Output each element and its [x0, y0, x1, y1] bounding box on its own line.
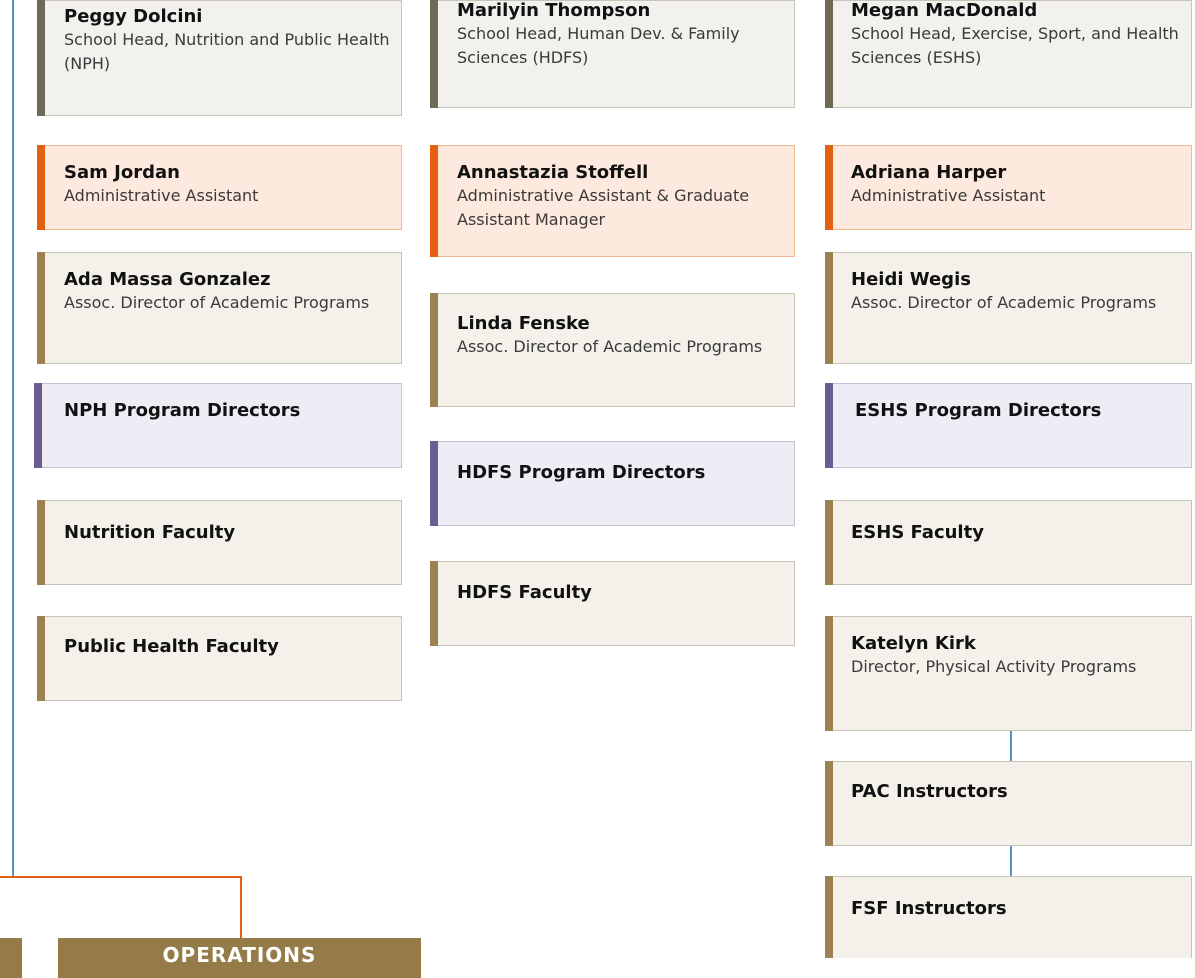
pac-instructors-label: PAC Instructors	[851, 781, 1008, 802]
eshs-program-directors-box: ESHS Program Directors	[825, 383, 1192, 468]
nph-head-box: Peggy Dolcini School Head, Nutrition and…	[37, 0, 402, 116]
nutrition-faculty-box: Nutrition Faculty	[37, 500, 402, 585]
eshs-assistant-box: Adriana Harper Administrative Assistant	[825, 145, 1192, 230]
pa-director-role: Director, Physical Activity Programs	[851, 657, 1137, 676]
hdfs-faculty-label: HDFS Faculty	[457, 582, 592, 603]
operations-left-box	[0, 938, 22, 978]
nph-program-directors-label: NPH Program Directors	[64, 400, 301, 421]
nph-head-role: School Head, Nutrition and Public Health…	[64, 30, 390, 73]
hdfs-program-directors-label: HDFS Program Directors	[457, 462, 706, 483]
hdfs-head-role: School Head, Human Dev. & Family Science…	[457, 24, 740, 67]
pa-director-box: Katelyn Kirk Director, Physical Activity…	[825, 616, 1192, 731]
nph-assoc-name: Ada Massa Gonzalez	[64, 269, 271, 290]
eshs-assistant-role: Administrative Assistant	[851, 186, 1046, 205]
nutrition-faculty-label: Nutrition Faculty	[64, 522, 236, 543]
public-health-faculty-label: Public Health Faculty	[64, 636, 279, 657]
hdfs-head-name: Marilyin Thompson	[457, 0, 651, 21]
fsf-instructors-label: FSF Instructors	[851, 898, 1007, 919]
nph-assistant-name: Sam Jordan	[64, 162, 180, 183]
pa-director-to-pac-connector	[1010, 731, 1012, 761]
eshs-head-box: Megan MacDonald School Head, Exercise, S…	[825, 0, 1192, 108]
nph-assistant-box: Sam Jordan Administrative Assistant	[37, 145, 402, 230]
hdfs-head-box: Marilyin Thompson School Head, Human Dev…	[430, 0, 795, 108]
left-vertical-connector	[12, 0, 14, 878]
eshs-program-directors-label: ESHS Program Directors	[855, 400, 1102, 421]
operations-horizontal-connector	[0, 876, 242, 878]
hdfs-assistant-name: Annastazia Stoffell	[457, 162, 649, 183]
public-health-faculty-box: Public Health Faculty	[37, 616, 402, 701]
hdfs-assoc-role: Assoc. Director of Academic Programs	[457, 337, 763, 356]
nph-assoc-box: Ada Massa Gonzalez Assoc. Director of Ac…	[37, 252, 402, 364]
hdfs-assistant-role: Administrative Assistant & Graduate Assi…	[457, 186, 750, 229]
eshs-faculty-label: ESHS Faculty	[851, 522, 984, 543]
pa-director-name: Katelyn Kirk	[851, 633, 976, 654]
nph-program-directors-box: NPH Program Directors	[34, 383, 402, 468]
hdfs-assoc-name: Linda Fenske	[457, 313, 590, 334]
eshs-assistant-name: Adriana Harper	[851, 162, 1007, 183]
hdfs-assistant-box: Annastazia Stoffell Administrative Assis…	[430, 145, 795, 257]
operations-box: OPERATIONS	[58, 938, 421, 978]
eshs-head-role: School Head, Exercise, Sport, and Health…	[851, 24, 1179, 67]
nph-assistant-role: Administrative Assistant	[64, 186, 259, 205]
hdfs-faculty-box: HDFS Faculty	[430, 561, 795, 646]
nph-head-name: Peggy Dolcini	[64, 6, 203, 27]
pac-instructors-box: PAC Instructors	[825, 761, 1192, 846]
eshs-head-name: Megan MacDonald	[851, 0, 1038, 21]
pac-to-fsf-connector	[1010, 846, 1012, 876]
fsf-instructors-box: FSF Instructors	[825, 876, 1192, 958]
operations-vertical-connector	[240, 876, 242, 938]
eshs-assoc-role: Assoc. Director of Academic Programs	[851, 293, 1157, 312]
eshs-assoc-name: Heidi Wegis	[851, 269, 971, 290]
nph-assoc-role: Assoc. Director of Academic Programs	[64, 293, 370, 312]
eshs-faculty-box: ESHS Faculty	[825, 500, 1192, 585]
eshs-assoc-box: Heidi Wegis Assoc. Director of Academic …	[825, 252, 1192, 364]
hdfs-assoc-box: Linda Fenske Assoc. Director of Academic…	[430, 293, 795, 407]
hdfs-program-directors-box: HDFS Program Directors	[430, 441, 795, 526]
